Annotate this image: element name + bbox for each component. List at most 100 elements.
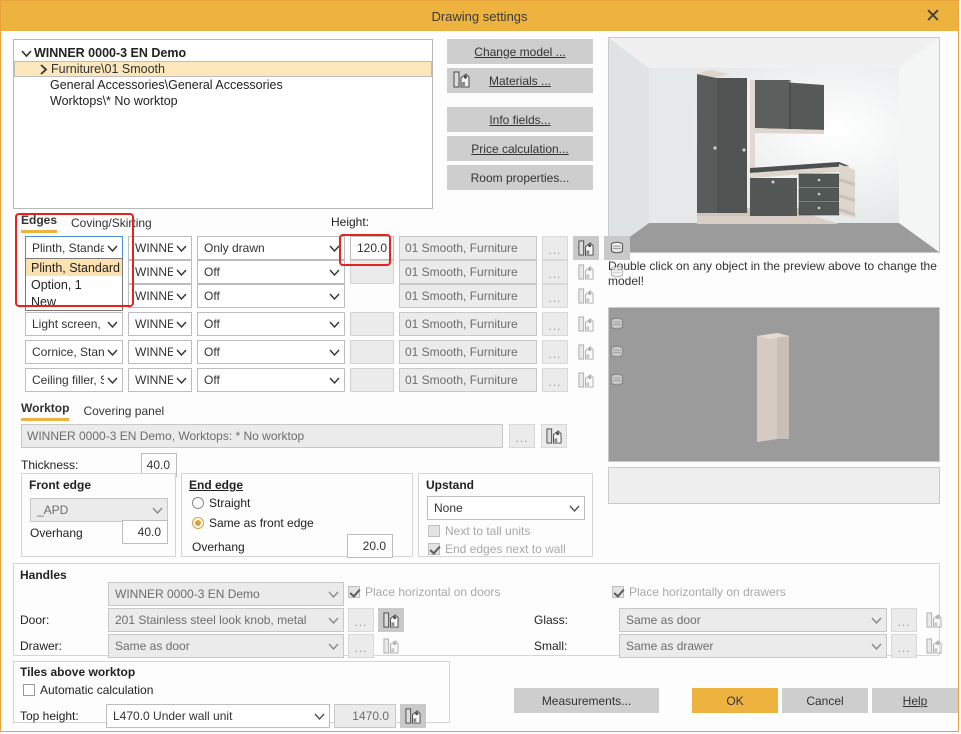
materials-icon[interactable]: [573, 260, 599, 284]
materials-icon[interactable]: [378, 608, 404, 632]
top-height-number-field[interactable]: 1470.0: [334, 704, 396, 728]
place-horizontal-doors-checkbox[interactable]: Place horizontal on doors: [348, 585, 500, 599]
chevron-right-icon[interactable]: [35, 64, 51, 75]
edge-material-field[interactable]: 01 Smooth, Furniture: [399, 312, 537, 336]
edge-brand-select[interactable]: WINNE: [128, 260, 192, 284]
edge-mode-select[interactable]: Off: [197, 340, 345, 364]
price-calculation-button[interactable]: Price calculation...: [447, 136, 593, 161]
room-properties-button[interactable]: Room properties...: [447, 165, 593, 190]
edge-height-input[interactable]: [350, 260, 394, 284]
small-handle-select[interactable]: Same as drawer: [619, 634, 887, 658]
edge-type-dropdown-popup[interactable]: Plinth, Standard Option, 1 New: [25, 258, 123, 311]
materials-button[interactable]: Materials ...: [447, 68, 593, 93]
edge-browse-button[interactable]: ...: [542, 312, 568, 336]
worktop-path-field[interactable]: WINNER 0000-3 EN Demo, Worktops: * No wo…: [21, 424, 503, 448]
edge-height-input[interactable]: 120.0: [350, 236, 394, 260]
edge-type-select[interactable]: Light screen, St: [25, 312, 123, 336]
tab-coving-skirting[interactable]: Coving/Skirting: [71, 216, 152, 233]
drawer-handle-browse-button[interactable]: ...: [348, 634, 374, 658]
dropdown-option[interactable]: Plinth, Standard: [26, 259, 122, 276]
handles-collection-select[interactable]: WINNER 0000-3 EN Demo: [108, 582, 344, 606]
upstand-next-to-tall-units-checkbox[interactable]: Next to tall units: [428, 524, 530, 538]
tab-edges[interactable]: Edges: [21, 213, 57, 233]
dropdown-option[interactable]: Option, 1: [26, 276, 122, 293]
end-edge-overhang-input[interactable]: 20.0: [347, 534, 393, 558]
edge-mode-select[interactable]: Only drawn: [197, 236, 345, 260]
edge-browse-button[interactable]: ...: [542, 340, 568, 364]
chevron-down-icon[interactable]: [18, 49, 34, 58]
edge-type-select[interactable]: Plinth, Standard: [25, 236, 123, 260]
edge-browse-button[interactable]: ...: [542, 236, 568, 260]
model-tree[interactable]: WINNER 0000-3 EN Demo Furniture\01 Smoot…: [13, 39, 433, 209]
tree-node-furniture[interactable]: Furniture\01 Smooth: [14, 61, 432, 77]
materials-icon[interactable]: [573, 312, 599, 336]
edge-mode-select[interactable]: Off: [197, 312, 345, 336]
small-handle-browse-button[interactable]: ...: [891, 634, 917, 658]
end-edge-straight-radio[interactable]: Straight: [192, 496, 250, 510]
door-handle-select[interactable]: 201 Stainless steel look knob, metal: [108, 608, 344, 632]
place-horizontal-drawers-checkbox[interactable]: Place horizontally on drawers: [612, 585, 786, 599]
edge-material-field[interactable]: 01 Smooth, Furniture: [399, 284, 537, 308]
drawer-handle-select[interactable]: Same as door: [108, 634, 344, 658]
upstand-select[interactable]: None: [427, 496, 585, 520]
edge-mode-select[interactable]: Off: [197, 368, 345, 392]
worktop-browse-button[interactable]: ...: [509, 424, 535, 448]
materials-icon[interactable]: [573, 284, 599, 308]
materials-icon[interactable]: [921, 608, 947, 632]
tree-node-accessories[interactable]: General Accessories\General Accessories: [14, 77, 432, 93]
materials-icon[interactable]: [573, 368, 599, 392]
edge-height-input[interactable]: [350, 340, 394, 364]
part-preview[interactable]: [608, 307, 940, 462]
materials-icon[interactable]: [573, 236, 599, 260]
roll-icon[interactable]: [604, 340, 630, 364]
materials-icon[interactable]: [378, 634, 404, 658]
materials-icon[interactable]: [541, 424, 567, 448]
edge-height-input[interactable]: [350, 368, 394, 392]
edge-type-select[interactable]: Ceiling filler, St: [25, 368, 123, 392]
glass-handle-select[interactable]: Same as door: [619, 608, 887, 632]
materials-icon[interactable]: [573, 340, 599, 364]
room-preview[interactable]: [608, 37, 940, 253]
edge-brand-select[interactable]: WINNE: [128, 340, 192, 364]
roll-icon[interactable]: [604, 368, 630, 392]
tree-node-worktops[interactable]: Worktops\* No worktop: [14, 93, 432, 109]
automatic-calculation-checkbox[interactable]: Automatic calculation: [23, 683, 153, 697]
materials-icon[interactable]: [921, 634, 947, 658]
edge-brand-select[interactable]: WINNE: [128, 368, 192, 392]
info-fields-button[interactable]: Info fields...: [447, 107, 593, 132]
cancel-button[interactable]: Cancel: [782, 688, 868, 713]
edge-material-field[interactable]: 01 Smooth, Furniture: [399, 368, 537, 392]
roll-icon[interactable]: [604, 260, 630, 284]
door-handle-browse-button[interactable]: ...: [348, 608, 374, 632]
roll-icon[interactable]: [604, 312, 630, 336]
edge-brand-select[interactable]: WINNE: [128, 284, 192, 308]
edge-mode-select[interactable]: Off: [197, 260, 345, 284]
edge-height-input[interactable]: [350, 312, 394, 336]
edge-browse-button[interactable]: ...: [542, 260, 568, 284]
tab-worktop[interactable]: Worktop: [21, 401, 69, 421]
end-edge-same-as-front-radio[interactable]: Same as front edge: [192, 516, 314, 530]
ok-button[interactable]: OK: [692, 688, 778, 713]
edge-type-select[interactable]: Cornice, Standa: [25, 340, 123, 364]
front-edge-overhang-input[interactable]: 40.0: [122, 520, 168, 544]
edge-brand-select[interactable]: WINNE: [128, 236, 192, 260]
materials-icon[interactable]: [400, 704, 426, 728]
tab-covering-panel[interactable]: Covering panel: [83, 404, 164, 421]
edge-brand-select[interactable]: WINNE: [128, 312, 192, 336]
upstand-end-edges-next-to-wall-checkbox[interactable]: End edges next to wall: [428, 542, 566, 556]
edge-material-field[interactable]: 01 Smooth, Furniture: [399, 236, 537, 260]
edge-material-field[interactable]: 01 Smooth, Furniture: [399, 340, 537, 364]
help-button[interactable]: Help: [872, 688, 958, 713]
roll-icon[interactable]: [604, 236, 630, 260]
measurements-button[interactable]: Measurements...: [514, 688, 659, 713]
edge-browse-button[interactable]: ...: [542, 368, 568, 392]
glass-handle-browse-button[interactable]: ...: [891, 608, 917, 632]
tree-node-root[interactable]: WINNER 0000-3 EN Demo: [14, 45, 432, 61]
top-height-select[interactable]: L470.0 Under wall unit: [106, 704, 330, 728]
change-model-button[interactable]: Change model ...: [447, 39, 593, 64]
close-icon[interactable]: ✕: [918, 1, 948, 31]
edge-mode-select[interactable]: Off: [197, 284, 345, 308]
edge-browse-button[interactable]: ...: [542, 284, 568, 308]
front-edge-profile-select[interactable]: _APD: [30, 498, 168, 522]
edge-material-field[interactable]: 01 Smooth, Furniture: [399, 260, 537, 284]
